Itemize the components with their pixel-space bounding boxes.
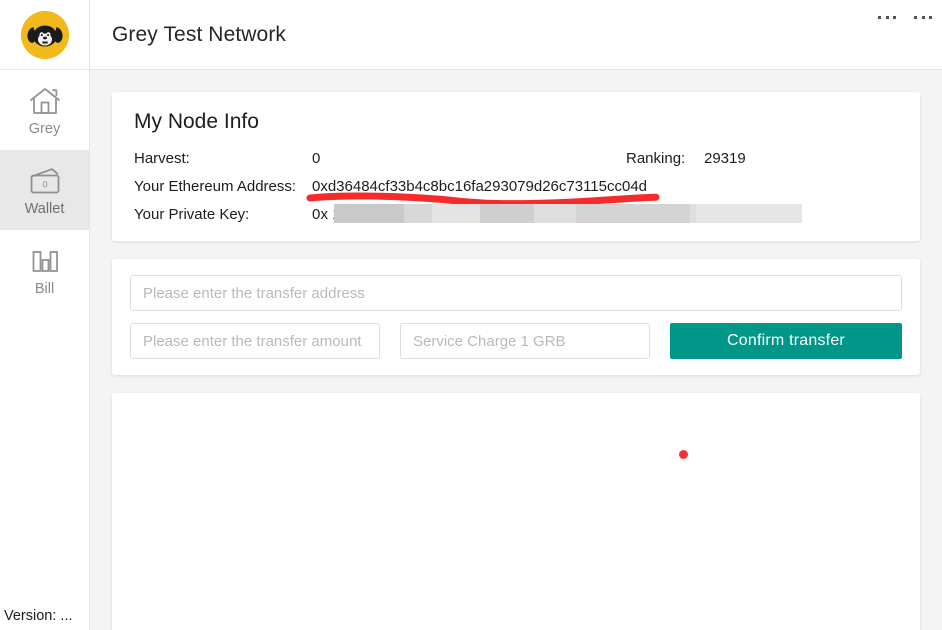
ethereum-address-label: Your Ethereum Address: — [134, 178, 312, 195]
harvest-label: Harvest: — [134, 150, 312, 167]
confirm-transfer-button[interactable]: Confirm transfer — [670, 323, 902, 359]
bar-chart-icon — [25, 244, 65, 278]
transfer-card: Confirm transfer — [112, 259, 920, 375]
node-info-card: My Node Info Harvest: 0 Ranking: 29319 Y… — [112, 92, 920, 241]
private-key-label: Your Private Key: — [134, 206, 312, 223]
transfer-amount-input[interactable] — [130, 323, 380, 359]
sidebar-item-bill-label: Bill — [35, 282, 54, 297]
grey-dog-logo-icon — [21, 11, 69, 59]
service-charge-wrapper — [400, 323, 650, 359]
service-charge-input[interactable] — [400, 323, 650, 359]
wallet-icon: 0 — [25, 164, 65, 198]
transaction-log-panel — [112, 393, 920, 630]
transfer-amount-row: Confirm transfer — [130, 323, 902, 359]
titlebar: Grey Test Network — [90, 0, 942, 70]
node-info-title: My Node Info — [134, 110, 898, 134]
private-key-wrapper: 0x 141a55d1310d490685048522548ed9b125d00… — [312, 206, 661, 223]
harvest-row: Harvest: 0 Ranking: 29319 — [134, 150, 898, 167]
overflow-menu-2-icon[interactable] — [914, 10, 932, 24]
ranking-label: Ranking: — [626, 150, 704, 167]
svg-text:0: 0 — [42, 179, 47, 189]
transfer-address-row — [130, 275, 902, 311]
sidebar-item-wallet-label: Wallet — [25, 202, 65, 217]
transfer-amount-wrapper — [130, 323, 380, 359]
ranking-row: Ranking: 29319 — [626, 150, 746, 167]
private-key-row: Your Private Key: 0x 141a55d1310d4906850… — [134, 206, 898, 223]
main-area: Grey Test Network My Node Info Harvest: … — [90, 0, 942, 630]
version-label: Version: ... — [4, 608, 73, 624]
sidebar-item-grey[interactable]: Grey — [0, 70, 89, 150]
ethereum-address-row: Your Ethereum Address: 0xd36484cf33b4c8b… — [134, 178, 898, 195]
window-controls — [878, 10, 932, 24]
content-area: My Node Info Harvest: 0 Ranking: 29319 Y… — [90, 70, 942, 630]
app-window: Grey 0 Wallet Bill Version: — [0, 0, 942, 630]
transfer-address-input[interactable] — [130, 275, 902, 311]
sidebar-item-wallet[interactable]: 0 Wallet — [0, 150, 89, 230]
home-icon — [25, 84, 65, 118]
ranking-value: 29319 — [704, 150, 746, 167]
sidebar: Grey 0 Wallet Bill Version: — [0, 0, 90, 630]
private-key-redaction-7 — [690, 204, 802, 223]
overflow-menu-1-icon[interactable] — [878, 10, 896, 24]
private-key-value[interactable]: 0x 141a55d1310d490685048522548ed9b125d00… — [312, 206, 661, 223]
ethereum-address-wrapper: 0xd36484cf33b4c8bc16fa293079d26c73115cc0… — [312, 178, 647, 195]
ethereum-address-value[interactable]: 0xd36484cf33b4c8bc16fa293079d26c73115cc0… — [312, 178, 647, 195]
red-dot-marker — [679, 450, 688, 459]
page-title: Grey Test Network — [112, 23, 286, 47]
sidebar-item-grey-label: Grey — [29, 122, 60, 137]
harvest-value: 0 — [312, 150, 320, 167]
logo-container — [0, 0, 89, 70]
sidebar-item-bill[interactable]: Bill — [0, 230, 89, 310]
